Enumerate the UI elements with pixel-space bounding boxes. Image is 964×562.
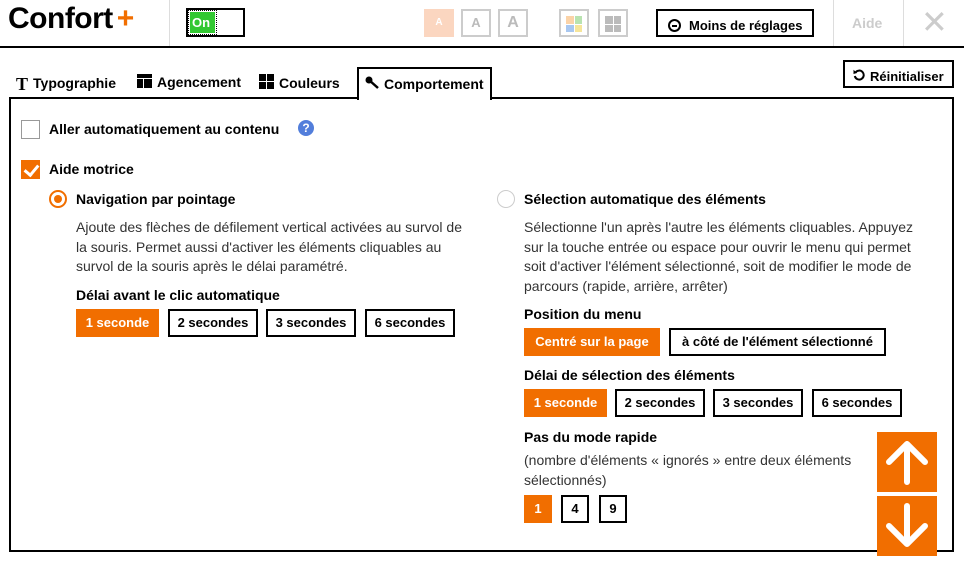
less-settings-label: Moins de réglages [689,18,803,33]
auto-click-delay-3s-button[interactable]: 3 secondes [266,309,356,337]
toggle-on-label: On [188,10,217,35]
arrow-down-icon [886,503,928,547]
menu-position-center-button[interactable]: Centré sur la page [524,328,660,356]
menu-position-label: Position du menu [524,306,642,322]
text-size-large-label: A [507,14,519,31]
text-size-medium-label: A [471,15,481,30]
tab-label: Typographie [33,75,116,91]
text-size-medium-button[interactable]: A [461,9,491,37]
tab-couleurs[interactable]: Couleurs [259,67,340,98]
typography-icon: T [16,74,29,94]
selection-delay-2s-button[interactable]: 2 secondes [615,389,705,417]
close-icon[interactable]: ✕ [921,6,948,38]
logo-text: Confort [8,2,113,35]
auto-click-delay-2s-button[interactable]: 2 secondes [168,309,258,337]
color-theme-button[interactable] [559,9,589,37]
layout-icon [137,74,152,91]
pointer-icon [365,76,379,93]
auto-selection-radio[interactable] [497,190,515,208]
auto-click-delay-label: Délai avant le clic automatique [76,287,280,303]
auto-selection-description: Sélectionne l'un après l'autre les éléme… [524,219,914,294]
fast-step-label: Pas du mode rapide [524,429,658,445]
scroll-up-button[interactable] [877,432,937,492]
auto-click-delay-6s-button[interactable]: 6 secondes [365,309,455,337]
header-divider [833,0,834,46]
reset-label: Réinitialiser [870,68,944,84]
text-size-large-button[interactable]: A [498,9,528,37]
logo-plus: + [116,2,135,35]
auto-click-delay-1s-button[interactable]: 1 seconde [76,309,159,337]
layout-grid-icon [605,16,621,32]
text-size-small-button[interactable]: A [424,9,454,37]
auto-content-label: Aller automatiquement au contenu [49,121,280,137]
menu-position-beside-button[interactable]: à côté de l'élément sélectionné [669,328,886,356]
top-bar: Confort + On A A A Moins de réglages Aide… [0,0,964,48]
header-divider [169,0,170,46]
selection-delay-3s-button[interactable]: 3 secondes [713,389,803,417]
tab-label: Couleurs [279,75,340,91]
header-divider [903,0,904,46]
fast-step-description: (nombre d'éléments « ignorés » entre deu… [524,452,852,488]
tab-label: Agencement [157,74,242,90]
reset-icon [853,69,865,84]
arrow-up-icon [886,441,928,485]
pointing-navigation-label: Navigation par pointage [76,191,236,207]
selection-delay-6s-button[interactable]: 6 secondes [812,389,902,417]
minus-circle-icon [668,19,681,32]
tab-agencement[interactable]: Agencement [137,67,241,98]
reset-button[interactable]: Réinitialiser [843,60,954,88]
motor-aid-checkbox[interactable] [21,160,40,179]
text-size-small-label: A [435,17,443,28]
tab-label: Comportement [384,76,484,92]
on-off-toggle[interactable]: On [186,8,245,37]
pointing-navigation-description: Ajoute des flèches de défilement vertica… [76,219,462,274]
scroll-down-button[interactable] [877,496,937,556]
selection-delay-label: Délai de sélection des éléments [524,367,735,383]
fast-step-1-button[interactable]: 1 [524,495,552,523]
tab-comportement[interactable]: Comportement [357,67,492,100]
fast-step-4-button[interactable]: 4 [561,495,589,523]
selection-delay-1s-button[interactable]: 1 seconde [524,389,607,417]
auto-selection-label: Sélection automatique des éléments [524,191,766,207]
less-settings-button[interactable]: Moins de réglages [656,9,814,37]
layout-theme-button[interactable] [598,9,628,37]
pointing-navigation-radio[interactable] [49,190,67,208]
help-button[interactable]: Aide [852,15,882,31]
colors-icon [259,74,274,92]
color-palette-icon [566,16,582,32]
tab-typographie[interactable]: T Typographie [16,67,116,98]
fast-step-9-button[interactable]: 9 [599,495,627,523]
motor-aid-label: Aide motrice [49,161,134,177]
auto-content-checkbox[interactable] [21,120,40,139]
app-logo: Confort + [8,2,134,36]
help-question-icon[interactable]: ? [298,120,314,136]
